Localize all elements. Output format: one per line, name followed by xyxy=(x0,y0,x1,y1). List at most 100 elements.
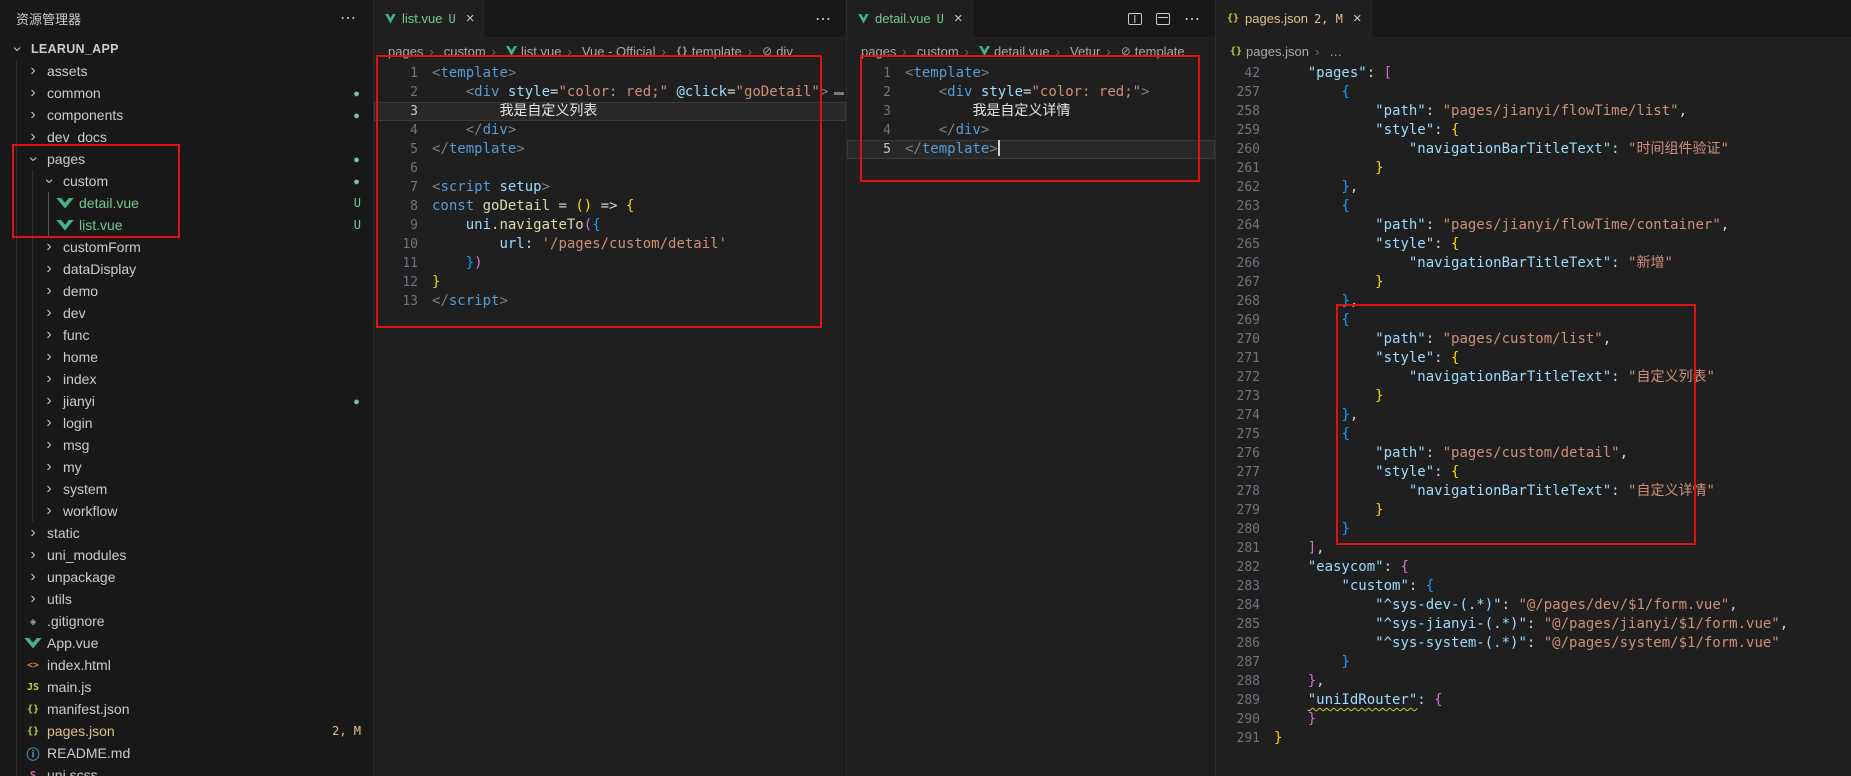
tree-item-dev-docs[interactable]: ›dev_docs xyxy=(0,126,373,148)
code-editor-list-vue[interactable]: 1<template>2 <div style="color: red;" @c… xyxy=(374,64,846,776)
tree-item-custom[interactable]: ›custom● xyxy=(0,170,373,192)
more-actions-icon[interactable]: ⋯ xyxy=(815,9,832,29)
git-status-badge: U xyxy=(354,218,361,232)
chevron-right-icon[interactable]: › xyxy=(24,591,42,607)
tree-item-login[interactable]: ›login xyxy=(0,412,373,434)
chevron-down-icon[interactable]: › xyxy=(9,40,25,58)
close-icon[interactable]: × xyxy=(1353,10,1362,27)
tree-item-home[interactable]: ›home xyxy=(0,346,373,368)
tree-item-pages-json[interactable]: {}pages.json2, M xyxy=(0,720,373,742)
breadcrumb-item[interactable]: list.vue xyxy=(486,44,562,59)
tree-item-func[interactable]: ›func xyxy=(0,324,373,346)
tree-item-datadisplay[interactable]: ›dataDisplay xyxy=(0,258,373,280)
chevron-right-icon[interactable]: › xyxy=(40,239,58,255)
chevron-right-icon[interactable]: › xyxy=(40,349,58,365)
chevron-right-icon[interactable]: › xyxy=(24,129,42,145)
editor-layout-icon[interactable] xyxy=(1156,13,1170,25)
chevron-down-icon[interactable]: › xyxy=(25,150,41,168)
code-text: "style": { xyxy=(1274,463,1851,482)
breadcrumb-item[interactable]: custom xyxy=(896,44,958,59)
tree-item-app-vue[interactable]: App.vue xyxy=(0,632,373,654)
chevron-right-icon[interactable]: › xyxy=(24,63,42,79)
tree-item-readme-md[interactable]: ⓘREADME.md xyxy=(0,742,373,764)
code-line: 261 } xyxy=(1216,159,1851,178)
code-text: ], xyxy=(1274,539,1851,558)
line-number: 42 xyxy=(1216,64,1260,83)
chevron-right-icon[interactable]: › xyxy=(40,283,58,299)
tree-item-utils[interactable]: ›utils xyxy=(0,588,373,610)
close-icon[interactable]: × xyxy=(466,10,475,27)
line-number: 276 xyxy=(1216,444,1260,463)
chevron-right-icon[interactable]: › xyxy=(24,85,42,101)
breadcrumb-item[interactable]: detail.vue xyxy=(959,44,1050,59)
more-actions-icon[interactable]: ⋯ xyxy=(1184,9,1201,29)
close-icon[interactable]: × xyxy=(954,10,963,27)
code-line: 13</script> xyxy=(374,292,846,311)
tree-item-main-js[interactable]: JSmain.js xyxy=(0,676,373,698)
tree-item-gitignore[interactable]: ◈.gitignore xyxy=(0,610,373,632)
code-editor-detail-vue[interactable]: 1<template>2 <div style="color: red;">3 … xyxy=(847,64,1215,776)
breadcrumb-item[interactable]: ⊘div xyxy=(742,44,793,59)
chevron-right-icon[interactable]: › xyxy=(40,327,58,343)
symbol-icon: ⊘ xyxy=(1121,44,1131,58)
tree-item-common[interactable]: ›common● xyxy=(0,82,373,104)
breadcrumb-item[interactable]: custom xyxy=(423,44,485,59)
chevron-right-icon[interactable]: › xyxy=(24,547,42,563)
tree-item-workflow[interactable]: ›workflow xyxy=(0,500,373,522)
tree-item-demo[interactable]: ›demo xyxy=(0,280,373,302)
tree-item-learun-app[interactable]: ›LEARUN_APP xyxy=(0,38,373,60)
chevron-right-icon[interactable]: › xyxy=(40,261,58,277)
breadcrumb-item[interactable]: {}template xyxy=(656,44,742,59)
code-text: }, xyxy=(1274,292,1851,311)
breadcrumb-item[interactable]: ⊘template xyxy=(1100,44,1184,59)
vue-icon xyxy=(56,220,74,231)
tree-item-jianyi[interactable]: ›jianyi● xyxy=(0,390,373,412)
more-actions-icon[interactable]: ⋯ xyxy=(340,8,357,28)
tree-item-unpackage[interactable]: ›unpackage xyxy=(0,566,373,588)
chevron-right-icon[interactable]: › xyxy=(24,107,42,123)
tree-item-assets[interactable]: ›assets xyxy=(0,60,373,82)
tree-item-detail-vue[interactable]: detail.vueU xyxy=(0,192,373,214)
tab-detail-vue[interactable]: detail.vue U × xyxy=(847,0,975,37)
tab-pages-json[interactable]: {} pages.json 2, M × xyxy=(1216,0,1374,37)
chevron-right-icon[interactable]: › xyxy=(40,393,58,409)
tree-item-uni-scss[interactable]: Suni.scss xyxy=(0,764,373,776)
chevron-right-icon[interactable]: › xyxy=(40,503,58,519)
chevron-right-icon[interactable]: › xyxy=(40,481,58,497)
code-editor-pages-json[interactable]: 42 "pages": [257 {258 "path": "pages/jia… xyxy=(1216,64,1851,776)
breadcrumb-item[interactable]: pages xyxy=(388,44,423,59)
tree-item-customform[interactable]: ›customForm xyxy=(0,236,373,258)
git-status-badge: U xyxy=(354,196,361,210)
chevron-right-icon[interactable]: › xyxy=(24,525,42,541)
breadcrumb-item[interactable]: {}pages.json xyxy=(1230,44,1309,59)
chevron-right-icon[interactable]: › xyxy=(24,569,42,585)
code-line: 7<script setup> xyxy=(374,178,846,197)
chevron-right-icon[interactable]: › xyxy=(40,415,58,431)
tree-item-list-vue[interactable]: list.vueU xyxy=(0,214,373,236)
chevron-right-icon[interactable]: › xyxy=(40,459,58,475)
tree-item-system[interactable]: ›system xyxy=(0,478,373,500)
tree-item-manifest-json[interactable]: {}manifest.json xyxy=(0,698,373,720)
tree-item-dev[interactable]: ›dev xyxy=(0,302,373,324)
tree-item-uni-modules[interactable]: ›uni_modules xyxy=(0,544,373,566)
chevron-right-icon[interactable]: › xyxy=(40,437,58,453)
tree-item-index-html[interactable]: <>index.html xyxy=(0,654,373,676)
split-editor-icon[interactable] xyxy=(1128,13,1142,25)
chevron-right-icon[interactable]: › xyxy=(40,305,58,321)
chevron-down-icon[interactable]: › xyxy=(41,172,57,190)
tree-item-components[interactable]: ›components● xyxy=(0,104,373,126)
tree-item-index[interactable]: ›index xyxy=(0,368,373,390)
code-line: 1<template> xyxy=(847,64,1215,83)
breadcrumb-item[interactable]: Vetur xyxy=(1050,44,1101,59)
breadcrumb-item[interactable]: pages xyxy=(861,44,896,59)
chevron-right-icon[interactable]: › xyxy=(40,371,58,387)
tree-item-pages[interactable]: ›pages● xyxy=(0,148,373,170)
tree-item-static[interactable]: ›static xyxy=(0,522,373,544)
tree-item-my[interactable]: ›my xyxy=(0,456,373,478)
tree-item-msg[interactable]: ›msg xyxy=(0,434,373,456)
breadcrumb-item[interactable]: … xyxy=(1309,44,1342,59)
code-line: 5</template> xyxy=(847,140,1215,159)
code-text: "easycom": { xyxy=(1274,558,1851,577)
breadcrumb-item[interactable]: Vue - Official xyxy=(561,44,655,59)
tab-list-vue[interactable]: list.vue U × xyxy=(374,0,486,37)
